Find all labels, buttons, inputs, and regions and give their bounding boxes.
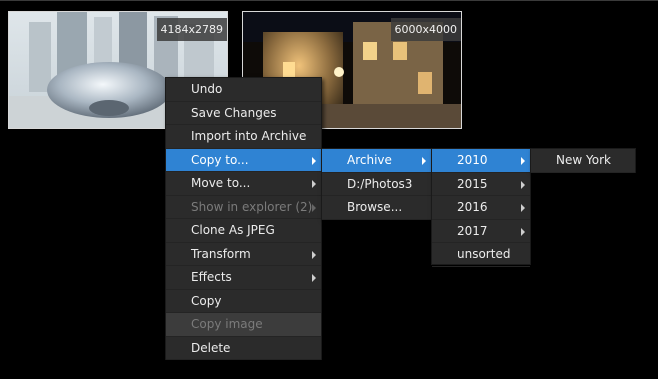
menu-item-label: Clone As JPEG	[191, 223, 275, 237]
menu-item-label: Move to...	[191, 176, 251, 190]
menu-item-label: Copy	[191, 293, 222, 308]
menu-item-undo[interactable]: Undo	[166, 78, 321, 102]
menu-item-label: Delete	[191, 340, 231, 355]
menu-item-label: Browse...	[347, 200, 403, 214]
submenu-item-2015[interactable]: 2015	[432, 173, 530, 196]
menu-item-label: Import into Archive	[191, 129, 307, 143]
submenu-item-2016[interactable]: 2016	[432, 196, 530, 220]
menu-item-label: Save Changes	[191, 105, 277, 120]
submenu-item-new-york[interactable]: New York	[531, 149, 635, 173]
menu-item-copy-image: Copy image	[166, 313, 321, 337]
submenu-item-2017[interactable]: 2017	[432, 220, 530, 243]
submenu-item-2010[interactable]: 2010	[432, 149, 530, 173]
menu-item-label: unsorted	[457, 247, 511, 261]
copy-to-submenu: Archive D:/Photos3 Browse...	[321, 148, 432, 220]
year-submenu: New York	[530, 148, 636, 173]
submenu-arrow-icon	[422, 157, 426, 165]
menu-item-label: 2016	[457, 200, 488, 214]
menu-item-label: New York	[556, 153, 611, 167]
archive-submenu: 2010 2015 2016 2017 unsorted	[431, 148, 531, 267]
menu-item-clone-as-jpeg[interactable]: Clone As JPEG	[166, 219, 321, 243]
submenu-arrow-icon	[312, 203, 316, 212]
menu-item-label: Copy to...	[191, 152, 249, 167]
submenu-arrow-icon	[521, 204, 525, 212]
image-dimensions-badge: 4184x2789	[156, 18, 227, 41]
menu-item-label: 2017	[457, 223, 488, 238]
window-top-border	[0, 0, 658, 1]
menu-item-copy-to[interactable]: Copy to...	[166, 148, 321, 172]
menu-item-save-changes[interactable]: Save Changes	[166, 102, 321, 125]
menu-item-label: Show in explorer (2)	[191, 199, 313, 214]
menu-item-delete[interactable]: Delete	[166, 337, 321, 360]
menu-item-label: Effects	[191, 270, 232, 284]
menu-item-label: Undo	[191, 82, 223, 96]
submenu-arrow-icon	[312, 274, 316, 282]
menu-item-label: Archive	[347, 153, 392, 167]
submenu-arrow-icon	[312, 180, 316, 188]
submenu-item-archive[interactable]: Archive	[322, 149, 431, 173]
submenu-arrow-icon	[521, 157, 525, 165]
menu-item-label: D:/Photos3	[347, 176, 413, 191]
submenu-arrow-icon	[521, 180, 525, 189]
image-dimensions-badge: 6000x4000	[390, 18, 461, 41]
menu-item-copy[interactable]: Copy	[166, 290, 321, 313]
submenu-arrow-icon	[521, 227, 525, 236]
menu-item-import-into-archive[interactable]: Import into Archive	[166, 125, 321, 149]
submenu-arrow-icon	[312, 156, 316, 165]
submenu-item-browse[interactable]: Browse...	[322, 196, 431, 220]
menu-item-show-in-explorer: Show in explorer (2)	[166, 196, 321, 219]
menu-item-label: Transform	[191, 246, 251, 261]
submenu-item-unsorted[interactable]: unsorted	[432, 243, 530, 267]
menu-item-effects[interactable]: Effects	[166, 266, 321, 290]
menu-item-move-to[interactable]: Move to...	[166, 172, 321, 196]
submenu-arrow-icon	[312, 250, 316, 259]
menu-item-transform[interactable]: Transform	[166, 243, 321, 266]
submenu-item-photos3[interactable]: D:/Photos3	[322, 173, 431, 196]
context-menu: Undo Save Changes Import into Archive Co…	[165, 77, 322, 360]
menu-item-label: Copy image	[191, 317, 263, 331]
menu-item-label: 2010	[457, 153, 488, 167]
menu-item-label: 2015	[457, 176, 488, 191]
